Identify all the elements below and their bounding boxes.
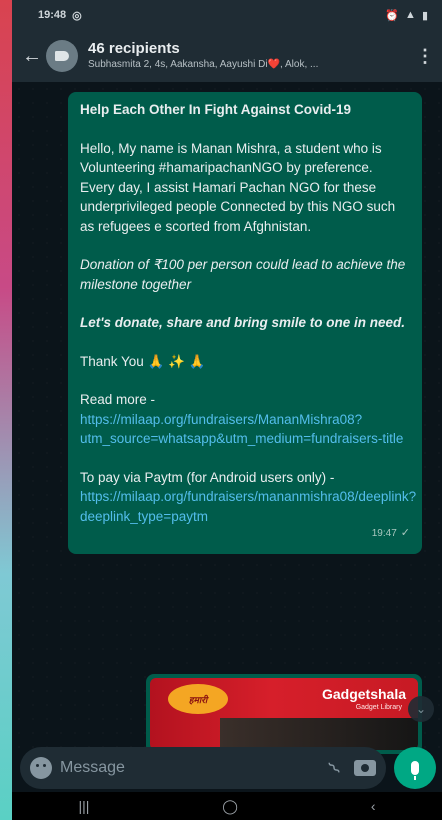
recents-icon[interactable]: ||| bbox=[78, 798, 89, 814]
message-paytm: To pay via Paytm (for Android users only… bbox=[80, 468, 416, 527]
scroll-down-icon[interactable]: ⌄ bbox=[408, 696, 434, 722]
chat-area[interactable]: Help Each Other In Fight Against Covid-1… bbox=[12, 82, 442, 754]
chat-header: ← 46 recipients Subhasmita 2, 4s, Aakans… bbox=[12, 30, 442, 82]
outgoing-message-bubble[interactable]: Help Each Other In Fight Against Covid-1… bbox=[68, 92, 422, 554]
gadgetshala-title: Gadgetshala bbox=[321, 686, 406, 702]
composer-row: ⌇ bbox=[12, 744, 442, 792]
mic-button[interactable] bbox=[394, 747, 436, 789]
message-heading: Help Each Other In Fight Against Covid-1… bbox=[80, 102, 352, 117]
chat-title-block[interactable]: 46 recipients Subhasmita 2, 4s, Aakansha… bbox=[88, 40, 414, 72]
sent-tick-icon: ✓ bbox=[400, 527, 410, 539]
phone-screen: 19:48 ◎ ⏰ ▲ ▮ ← 46 recipients Subhasmita… bbox=[12, 0, 442, 820]
system-nav-bar: ||| ◯ ‹ bbox=[12, 792, 442, 820]
read-more-link[interactable]: https://milaap.org/fundraisers/MananMish… bbox=[80, 412, 403, 447]
chat-subtitle: Subhasmita 2, 4s, Aakansha, Aayushi Di❤️… bbox=[88, 59, 319, 70]
signal-icon: ▲ bbox=[405, 9, 416, 21]
gadgetshala-subtitle: Gadget Library bbox=[355, 704, 402, 711]
broadcast-megaphone-icon bbox=[55, 51, 69, 61]
home-icon[interactable]: ◯ bbox=[222, 798, 238, 815]
broadcast-avatar[interactable] bbox=[46, 40, 78, 72]
status-bar: 19:48 ◎ ⏰ ▲ ▮ bbox=[12, 0, 442, 30]
read-more-label: Read more - bbox=[80, 392, 156, 407]
paytm-label: To pay via Paytm (for Android users only… bbox=[80, 469, 335, 485]
message-donation: Donation of ₹100 per person could lead t… bbox=[80, 257, 406, 292]
battery-icon: ▮ bbox=[421, 9, 428, 22]
message-read-more: Read more - https://milaap.org/fundraise… bbox=[80, 390, 410, 449]
message-thanks: Thank You 🙏 ✨ 🙏 bbox=[80, 353, 206, 369]
image-preview[interactable]: हमारी Gadgetshala Gadget Library bbox=[150, 678, 418, 750]
paytm-link[interactable]: https://milaap.org/fundraisers/mananmish… bbox=[80, 489, 416, 524]
alarm-icon: ⏰ bbox=[385, 9, 400, 22]
whatsapp-icon: ◎ bbox=[72, 9, 82, 22]
message-composer: ⌇ bbox=[20, 747, 386, 789]
chat-title: 46 recipients bbox=[88, 40, 180, 57]
arrow-left-icon[interactable]: ← bbox=[20, 45, 44, 68]
mic-icon bbox=[411, 761, 419, 780]
hamari-logo: हमारी bbox=[168, 684, 228, 714]
message-time: 19:47 bbox=[371, 528, 397, 539]
message-call-to-action: Let's donate, share and bring smile to o… bbox=[80, 315, 406, 330]
message-input[interactable] bbox=[52, 759, 324, 777]
paperclip-icon[interactable]: ⌇ bbox=[320, 753, 350, 783]
message-meta: 19:47 ✓ bbox=[80, 524, 410, 544]
status-right: ⏰ ▲ ▮ bbox=[385, 9, 428, 22]
status-time: 19:48 bbox=[38, 9, 67, 21]
message-intro: Hello, My name is Manan Mishra, a studen… bbox=[80, 140, 396, 234]
left-edge-decoration bbox=[0, 0, 12, 820]
image-message-bubble[interactable]: हमारी Gadgetshala Gadget Library bbox=[146, 674, 422, 754]
back-nav-icon[interactable]: ‹ bbox=[371, 798, 376, 814]
status-left: 19:48 ◎ bbox=[38, 9, 82, 22]
emoji-icon[interactable] bbox=[30, 757, 52, 779]
camera-icon[interactable] bbox=[354, 760, 376, 776]
more-vert-icon[interactable]: ⋮ bbox=[414, 46, 436, 67]
